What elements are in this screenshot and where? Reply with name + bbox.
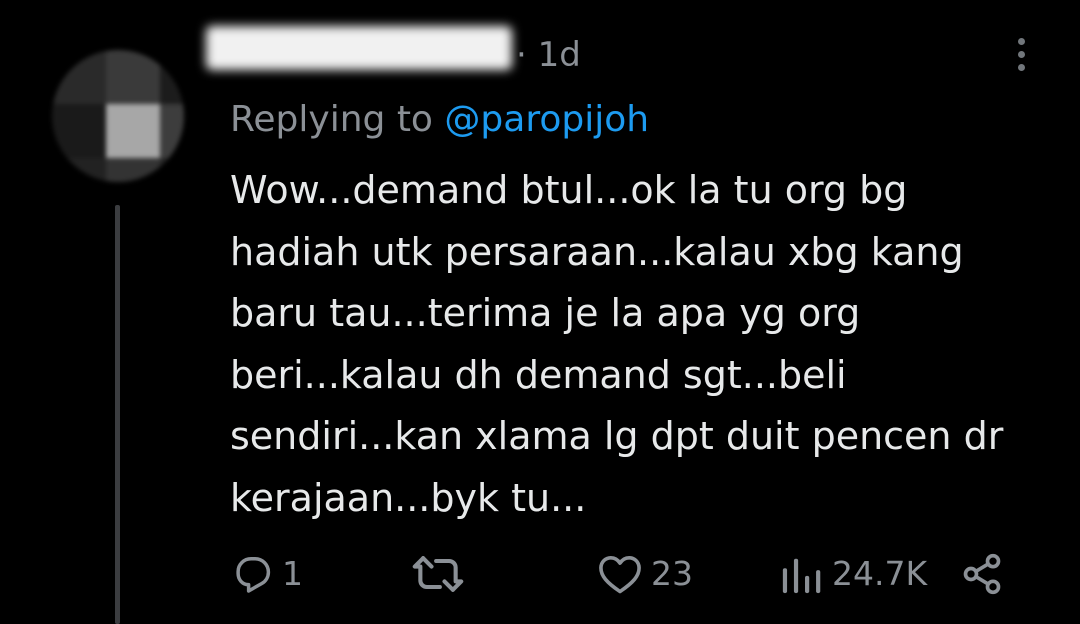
- tweet-text-line: beri...kalau dh demand sgt...beli: [230, 352, 847, 397]
- retweet-button[interactable]: [412, 546, 472, 602]
- replying-to: Replying to @paropijoh: [230, 96, 649, 144]
- avatar-pixel: [160, 104, 184, 158]
- share-icon: [963, 553, 1001, 595]
- tweet-text-line: baru tau...terima je la apa yg org: [230, 291, 861, 335]
- tweet-text-line: sendiri...kan xlama lg dpt duit pencen d…: [230, 414, 1004, 458]
- replying-to-label: Replying to: [230, 99, 445, 140]
- tweet-text: Wow...demand btul...ok la tu org bg hadi…: [230, 160, 1050, 529]
- avatar-pixel: [106, 50, 160, 104]
- avatar-pixel: [106, 158, 160, 182]
- tweet-text-line: kerajaan...byk tu...: [230, 475, 587, 520]
- tweet-text-line: hadiah utk persaraan...kalau xbg kang: [230, 229, 964, 274]
- heart-icon: [599, 555, 641, 594]
- reply-icon: [236, 557, 271, 593]
- avatar-pixel: [160, 50, 184, 104]
- replying-to-handle[interactable]: @paropijoh: [444, 99, 649, 140]
- more-vertical-icon[interactable]: [1010, 38, 1032, 78]
- views-button[interactable]: 24.7K: [778, 546, 927, 602]
- avatar-pixel: [52, 50, 106, 104]
- thread-connector-line: [115, 205, 120, 624]
- like-button[interactable]: 23: [597, 546, 693, 602]
- view-count: 24.7K: [832, 554, 928, 593]
- like-count: 23: [651, 554, 693, 593]
- views-icon: [782, 558, 821, 594]
- avatar[interactable]: [52, 50, 184, 182]
- author-name-redacted: [206, 26, 512, 70]
- reply-button[interactable]: 1: [232, 546, 303, 602]
- avatar-pixel: [52, 158, 106, 182]
- tweet-reply[interactable]: · 1d Replying to @paropijoh Wow...demand…: [0, 0, 1080, 624]
- tweet-timestamp[interactable]: · 1d: [516, 32, 581, 78]
- avatar-pixel: [160, 158, 184, 182]
- retweet-icon: [412, 556, 464, 592]
- avatar-pixel: [106, 104, 160, 158]
- tweet-text-line: Wow...demand btul...ok la tu org bg: [230, 168, 908, 212]
- reply-count: 1: [282, 554, 303, 593]
- avatar-pixel: [52, 104, 106, 158]
- share-button[interactable]: [960, 546, 1004, 602]
